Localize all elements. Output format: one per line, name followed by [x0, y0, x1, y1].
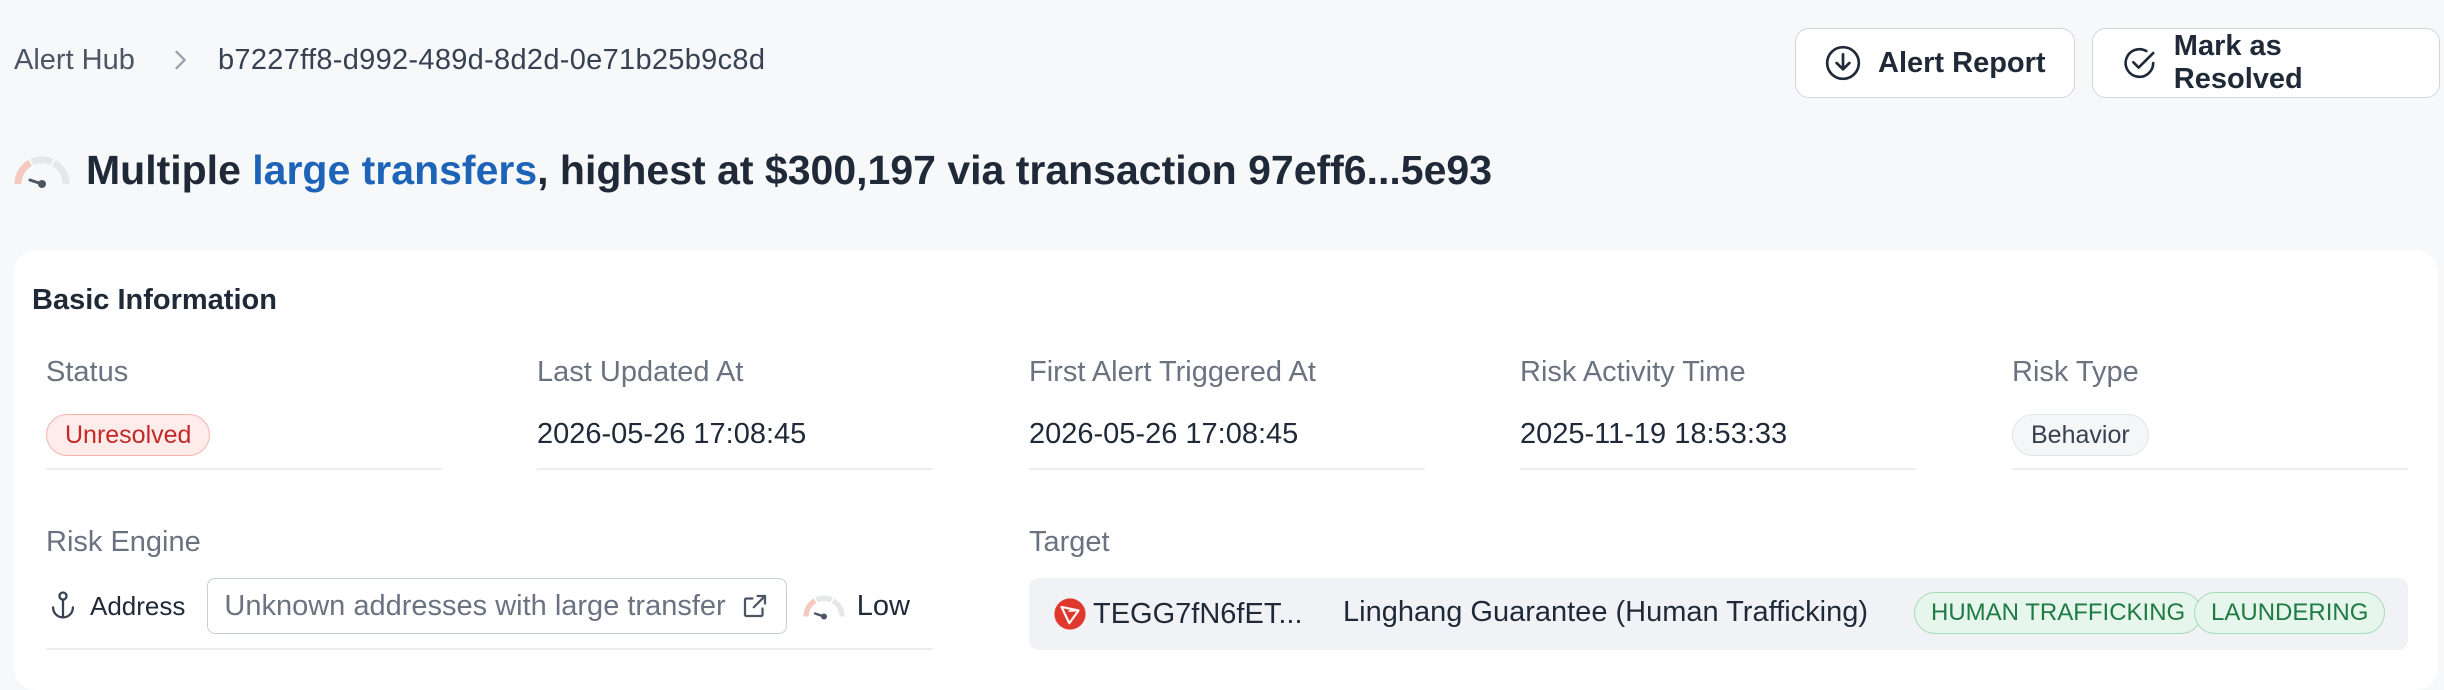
target-address[interactable]: TEGG7fN6fET...	[1093, 598, 1303, 631]
risk-level: Low	[803, 590, 910, 623]
download-icon	[1825, 45, 1861, 81]
check-circle-icon	[2124, 47, 2155, 79]
top-bar: Alert Hub b7227ff8-d992-489d-8d2d-0e71b2…	[0, 0, 2444, 128]
risk-rule-label: Unknown addresses with large transfer	[224, 589, 726, 622]
headline-suffix: , highest at $300,197 via transaction 97…	[537, 146, 1492, 193]
divider	[537, 468, 933, 470]
first-alert-value: 2026-05-26 17:08:45	[1029, 418, 1299, 450]
breadcrumb-alert-id: b7227ff8-d992-489d-8d2d-0e71b25b9c8d	[218, 44, 766, 76]
tag-laundering: LAUNDERING	[2194, 592, 2386, 634]
alert-report-button[interactable]: Alert Report	[1795, 28, 2075, 98]
tag-human-trafficking: HUMAN TRAFFICKING	[1914, 592, 2203, 634]
risk-engine-row: Address Unknown addresses with large tra…	[46, 578, 910, 634]
alert-report-label: Alert Report	[1878, 46, 2046, 79]
target-name: Linghang Guarantee (Human Trafficking)	[1343, 596, 1868, 628]
divider	[2012, 468, 2408, 470]
alert-headline: Multiple large transfers, highest at $30…	[14, 140, 1492, 200]
status-badge: Unresolved	[46, 414, 211, 456]
risk-activity-value: 2025-11-19 18:53:33	[1520, 418, 1788, 450]
mark-as-resolved-button[interactable]: Mark as Resolved	[2092, 28, 2440, 98]
engine-type: Address	[46, 589, 185, 623]
divider	[1520, 468, 1916, 470]
last-updated-label: Last Updated At	[537, 356, 744, 388]
chevron-right-icon	[175, 50, 186, 70]
risk-activity-label: Risk Activity Time	[1520, 356, 1746, 388]
risk-level-label: Low	[856, 589, 910, 622]
divider	[1029, 468, 1425, 470]
divider	[46, 468, 442, 470]
status-label: Status	[46, 356, 129, 388]
tron-logo-icon	[1054, 598, 1086, 630]
external-link-icon	[743, 594, 766, 618]
headline-prefix: Multiple	[86, 146, 253, 193]
target-entity[interactable]: TEGG7fN6fET... Linghang Guarantee (Human…	[1029, 578, 2408, 650]
breadcrumb-alert-hub[interactable]: Alert Hub	[14, 44, 135, 77]
large-transfers-link[interactable]: large transfers	[252, 147, 537, 193]
page-title: Multiple large transfers, highest at $30…	[86, 147, 1492, 194]
risk-type-badge: Behavior	[2012, 414, 2149, 456]
engine-type-label: Address	[90, 590, 186, 621]
address-anchor-icon	[51, 591, 75, 619]
mark-as-resolved-label: Mark as Resolved	[2173, 30, 2303, 95]
divider	[46, 648, 933, 650]
last-updated-value: 2026-05-26 17:08:45	[537, 418, 807, 450]
first-alert-label: First Alert Triggered At	[1029, 356, 1316, 388]
risk-engine-label: Risk Engine	[46, 526, 201, 558]
basic-information-title: Basic Information	[32, 284, 277, 316]
risk-gauge-icon	[803, 595, 845, 620]
risk-rule-link[interactable]: Unknown addresses with large transfer	[207, 578, 787, 634]
risk-gauge-icon	[14, 156, 70, 188]
target-label: Target	[1029, 526, 1110, 558]
risk-type-label: Risk Type	[2012, 356, 2139, 388]
